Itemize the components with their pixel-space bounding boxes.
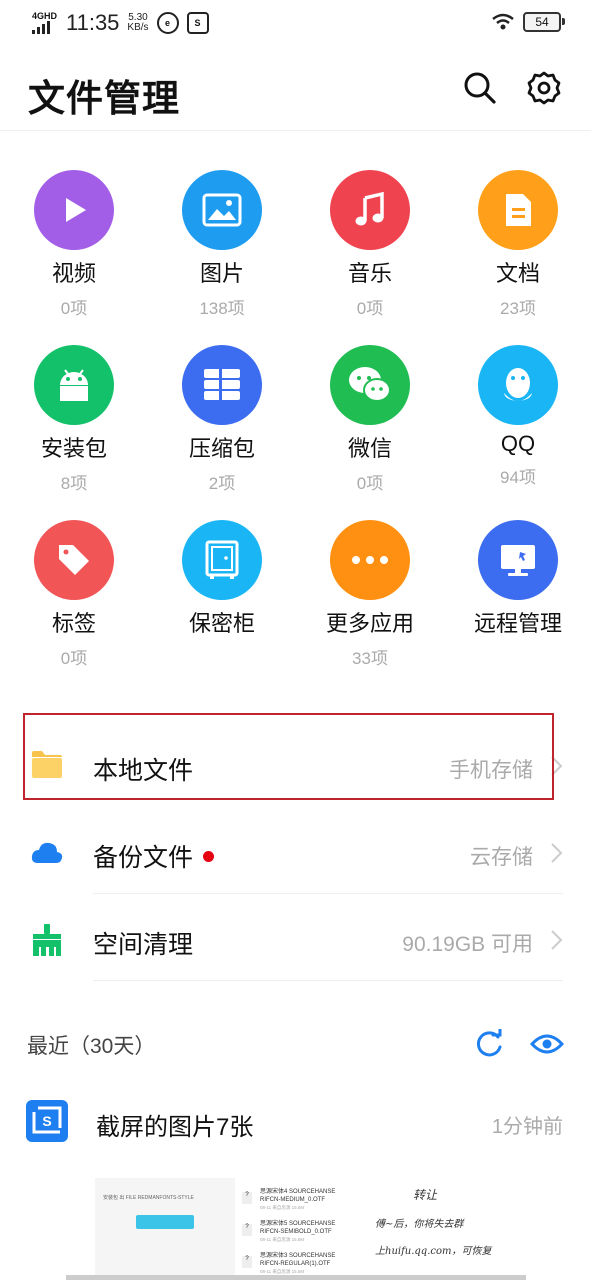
category-apk[interactable]: 安装包 8项: [0, 345, 148, 494]
more-dots-icon: [330, 520, 410, 600]
recent-section-title: 最近（30天）: [27, 1035, 156, 1058]
music-note-icon: [330, 170, 410, 250]
category-qq[interactable]: QQ 94项: [444, 345, 591, 488]
cloud-icon: [31, 842, 63, 863]
browser-icon: e: [156, 12, 179, 34]
scroll-indicator: [66, 1275, 526, 1280]
space-cleanup-row[interactable]: 空间清理 90.19GB 可用: [0, 901, 591, 981]
qq-penguin-icon: [478, 345, 558, 425]
app-header: 文件管理: [0, 50, 591, 131]
category-documents[interactable]: 文档 23项: [444, 170, 591, 319]
image-icon: [182, 170, 262, 250]
status-bar: 4GHD 11:35 5.30 KB/s e S 54: [0, 0, 591, 46]
play-icon: [34, 170, 114, 250]
category-images[interactable]: 图片 138项: [148, 170, 296, 319]
row-divider: [93, 980, 563, 981]
document-icon: [478, 170, 558, 250]
thumbnail-button: [136, 1215, 194, 1229]
thumbnail-strip: 安装包 出 FILE REDMANFONTS-STYLE ? 思源宋体4 SOU…: [95, 1178, 545, 1280]
screenshot-icon: S: [26, 1100, 68, 1142]
search-icon[interactable]: [462, 70, 498, 106]
category-tags[interactable]: 标签 0项: [0, 520, 148, 669]
backup-files-row[interactable]: 备份文件 云存储: [0, 814, 591, 894]
notification-dot: [203, 850, 215, 862]
category-wechat[interactable]: 微信 0项: [296, 345, 444, 494]
category-safe[interactable]: 保密柜: [148, 520, 296, 644]
svg-text:S: S: [42, 1113, 51, 1129]
page-title: 文件管理: [28, 78, 180, 119]
gear-icon[interactable]: [526, 70, 562, 106]
thumbnail-2[interactable]: ? 思源宋体4 SOURCEHANSE RIFCN-MEDIUM_0.OTF 0…: [240, 1178, 380, 1280]
broom-icon: [33, 924, 61, 956]
clock: 11:35: [66, 10, 120, 35]
thumbnail-1[interactable]: 安装包 出 FILE REDMANFONTS-STYLE: [95, 1178, 235, 1280]
chevron-right-icon: [551, 843, 563, 863]
network-type: 4GHD: [32, 11, 58, 21]
category-remote-management[interactable]: 远程管理: [444, 520, 591, 644]
battery-indicator: 54: [523, 12, 565, 32]
category-more-apps[interactable]: 更多应用 33项: [296, 520, 444, 669]
monitor-icon: [478, 520, 558, 600]
wifi-icon: [492, 13, 514, 30]
network-speed: 5.30 KB/s: [127, 12, 149, 33]
android-icon: [34, 345, 114, 425]
wechat-icon: [330, 345, 410, 425]
category-archives[interactable]: 压缩包 2项: [148, 345, 296, 494]
selection-highlight: [23, 713, 554, 800]
category-music[interactable]: 音乐 0项: [296, 170, 444, 319]
archive-icon: [182, 345, 262, 425]
tag-icon: [34, 520, 114, 600]
recent-screenshots-item[interactable]: S 截屏的图片7张 1分钟前: [0, 1095, 591, 1155]
chevron-right-icon: [551, 930, 563, 950]
row-divider: [93, 893, 563, 894]
refresh-icon[interactable]: [474, 1029, 504, 1059]
signal-icon: 4GHD: [32, 12, 58, 34]
category-video[interactable]: 视频 0项: [0, 170, 148, 319]
safe-icon: [182, 520, 262, 600]
screenshot-notify-icon: S: [186, 12, 209, 34]
thumbnail-3[interactable]: 转让 傅~后，你将失去群 上huifu.qq.com，可恢复: [375, 1178, 540, 1280]
eye-icon[interactable]: [530, 1031, 564, 1057]
